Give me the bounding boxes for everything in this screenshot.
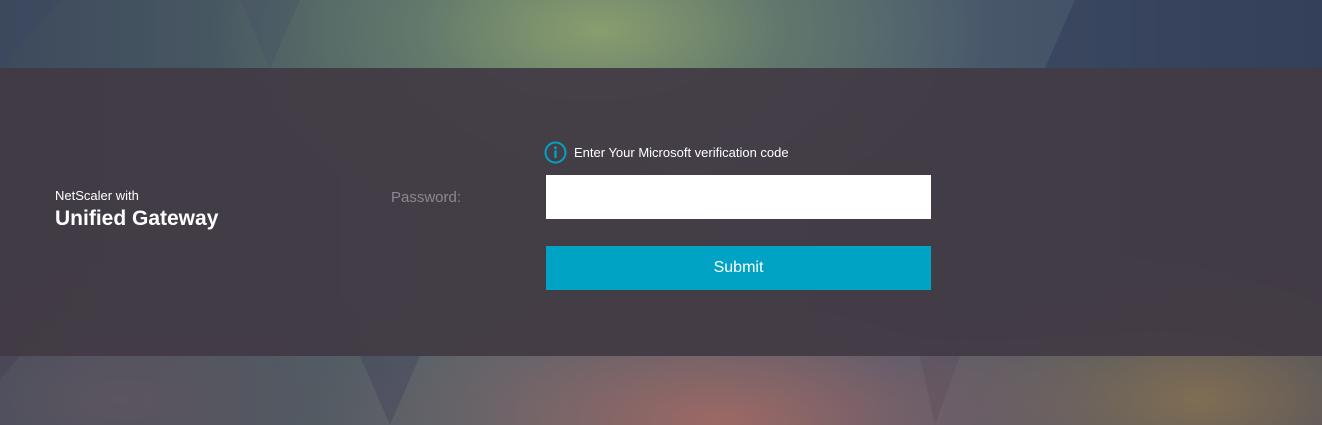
password-label: Password:: [391, 189, 462, 206]
password-field[interactable]: [546, 175, 931, 219]
info-text: Enter Your Microsoft verification code: [574, 145, 789, 160]
brand-block: NetScaler with Unified Gateway: [55, 188, 218, 232]
brand-title: Unified Gateway: [55, 207, 219, 230]
submit-button[interactable]: Submit: [546, 246, 931, 290]
info-icon: [544, 141, 567, 164]
brand-subtitle: NetScaler with: [55, 188, 139, 203]
info-message: Enter Your Microsoft verification code: [544, 141, 789, 164]
